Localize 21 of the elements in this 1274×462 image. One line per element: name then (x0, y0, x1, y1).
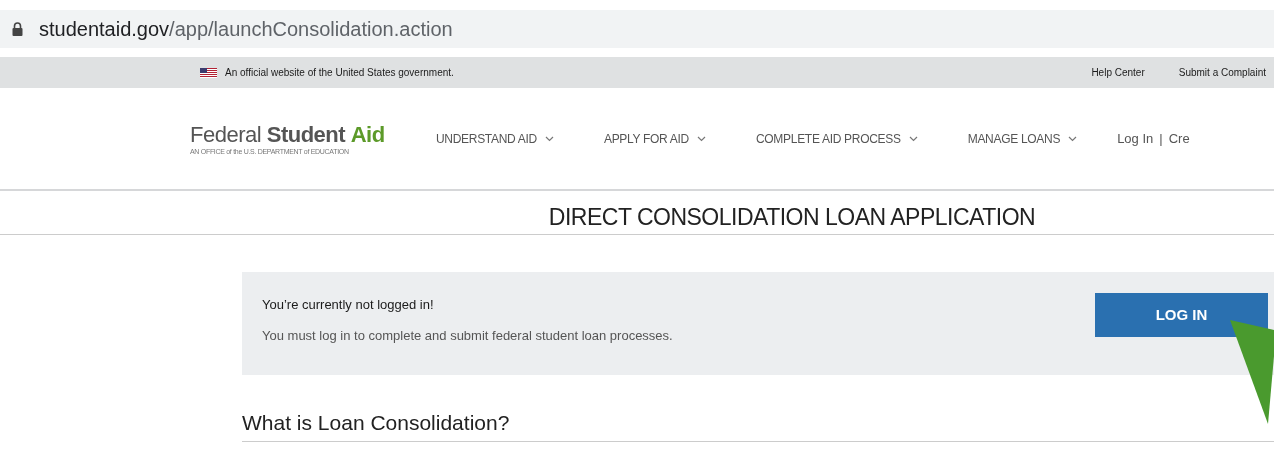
lock-icon (12, 22, 23, 36)
nav-menu-item[interactable]: MANAGE LOANS (967, 131, 1078, 146)
chevron-icon (696, 135, 706, 142)
alert-title: You’re currently not logged in! (262, 296, 435, 312)
log-in-button[interactable]: LOG IN (1095, 292, 1268, 337)
nav-menu-item[interactable]: COMPLETE AID PROCESS (755, 131, 918, 146)
section-heading: What is Loan Consolidation? (242, 411, 1274, 442)
banner-link[interactable]: Help Center (1091, 67, 1145, 78)
page-title: DIRECT CONSOLIDATION LOAN APPLICATION (0, 204, 1274, 235)
separator: | (1159, 131, 1163, 146)
nav-menu-item[interactable]: APPLY FOR AID (603, 131, 706, 146)
account-link[interactable]: Log In (1117, 131, 1154, 146)
chevron-icon (1068, 135, 1078, 142)
nav-menu-item[interactable]: UNDERSTAND AID (436, 131, 554, 146)
chevron-icon (908, 135, 918, 142)
official-website-text: An official website of the United States government. (225, 67, 455, 78)
chevron-icon (544, 135, 554, 142)
flag-icon (200, 67, 217, 78)
banner-link[interactable]: Submit a Complaint (1178, 67, 1266, 78)
alert-message: You must log in to complete and submit federal student loan processes. (262, 327, 674, 343)
account-link[interactable]: Cre (1168, 131, 1190, 146)
